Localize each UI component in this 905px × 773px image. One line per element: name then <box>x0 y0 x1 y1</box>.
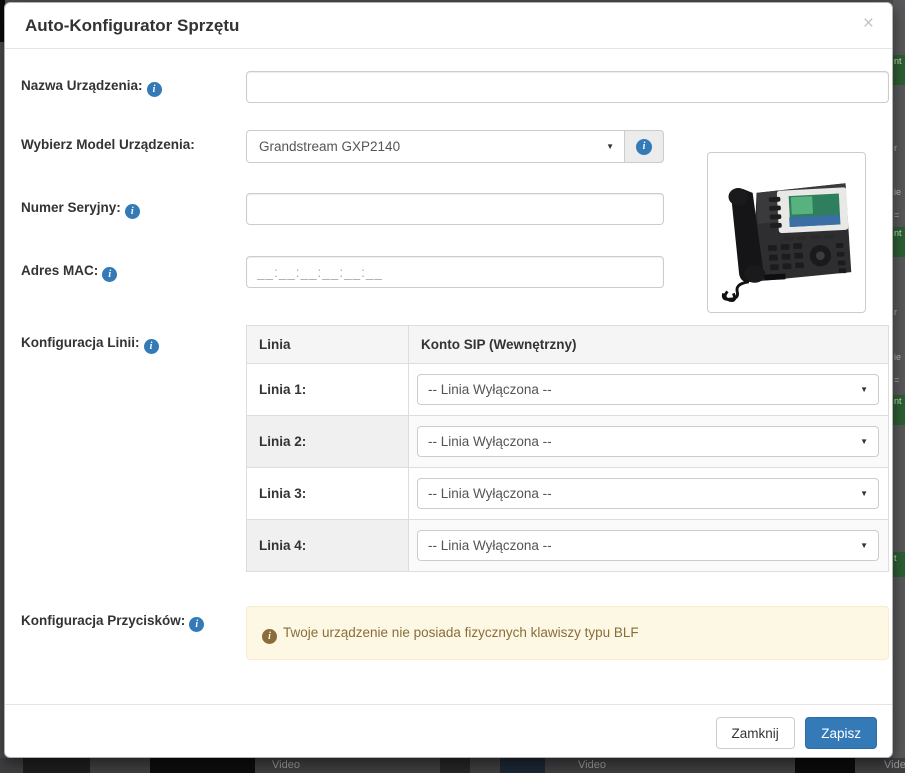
modal-body: Nazwa Urządzenia: i Wybierz Model Urządze… <box>5 49 892 660</box>
line-3-label: Linia 3: <box>246 467 409 520</box>
blf-warning-alert: i Twoje urządzenie nie posiada fizycznych… <box>246 606 889 660</box>
background-green-row: nt <box>893 227 905 257</box>
lines-config-label: Konfiguracja Linii: i <box>21 325 246 354</box>
chevron-down-icon: ▼ <box>860 437 868 446</box>
video-thumbnail <box>150 758 255 773</box>
chevron-down-icon: ▼ <box>860 385 868 394</box>
background-text-fragment: ie <box>894 187 902 197</box>
background-page-right-edge: nt r ie = nt r ie = nt t <box>893 0 905 773</box>
info-icon[interactable]: i <box>102 267 118 282</box>
buttons-config-row: Konfiguracja Przycisków: i i Twoje urządze… <box>21 606 889 660</box>
device-name-label: Nazwa Urządzenia: i <box>21 71 246 97</box>
device-name-row: Nazwa Urządzenia: i <box>21 71 889 103</box>
video-caption: Video <box>578 759 606 771</box>
lines-config-label-text: Konfiguracja Linii: <box>21 335 140 350</box>
save-button[interactable]: Zapisz <box>805 717 877 749</box>
close-icon[interactable]: × <box>863 14 874 33</box>
video-caption: Video <box>272 759 300 771</box>
background-text-fragment: ie <box>894 352 902 362</box>
modal-header: Auto-Konfigurator Sprzętu × <box>5 3 892 49</box>
device-name-input[interactable] <box>246 71 889 103</box>
video-caption: Video <box>884 759 905 771</box>
background-text-fragment: r <box>894 143 897 153</box>
serial-number-input[interactable] <box>246 193 664 225</box>
column-header-linia: Linia <box>246 325 409 364</box>
line-4-select[interactable]: -- Linia Wyłączona -- ▼ <box>417 530 879 561</box>
close-button[interactable]: Zamknij <box>715 717 795 749</box>
line-3-selected-value: -- Linia Wyłączona -- <box>428 486 552 501</box>
info-icon[interactable]: i <box>124 204 140 219</box>
column-header-konto-sip: Konto SIP (Wewnętrzny) <box>408 325 889 364</box>
screen: nt r ie = nt r ie = nt t Video Video Vid… <box>0 0 905 773</box>
line-1-selected-value: -- Linia Wyłączona -- <box>428 382 552 397</box>
line-2-label: Linia 2: <box>246 415 409 468</box>
mac-label-text: Adres MAC: <box>21 263 99 278</box>
serial-label: Numer Seryjny: i <box>21 193 246 219</box>
lines-config-row: Konfiguracja Linii: i Linia Konto SIP (We… <box>21 325 889 572</box>
model-select[interactable]: Grandstream GXP2140 ▼ <box>246 130 625 163</box>
video-thumbnail <box>795 758 855 773</box>
phone-photo <box>707 152 866 313</box>
modal-title: Auto-Konfigurator Sprzętu <box>25 16 240 35</box>
table-header-row: Linia Konto SIP (Wewnętrzny) <box>246 325 889 364</box>
table-row: Linia 4: -- Linia Wyłączona -- ▼ <box>246 519 889 572</box>
video-thumbnail <box>500 758 545 773</box>
line-1-select[interactable]: -- Linia Wyłączona -- ▼ <box>417 374 879 405</box>
blf-warning-text: Twoje urządzenie nie posiada fizycznych … <box>283 625 639 640</box>
video-thumbnail <box>440 758 470 773</box>
line-4-label: Linia 4: <box>246 519 409 572</box>
background-green-row: t <box>893 552 905 577</box>
model-label-text: Wybierz Model Urządzenia: <box>21 137 195 152</box>
modal-footer: Zamknij Zapisz <box>5 704 892 757</box>
mac-label: Adres MAC: i <box>21 256 246 282</box>
background-green-row: nt <box>893 55 905 85</box>
info-icon[interactable]: i <box>146 82 162 97</box>
buttons-config-label-text: Konfiguracja Przycisków: <box>21 613 186 628</box>
model-info-button[interactable]: i <box>625 130 664 163</box>
info-icon: i <box>636 138 652 155</box>
chevron-down-icon: ▼ <box>860 541 868 550</box>
line-1-label: Linia 1: <box>246 363 409 416</box>
table-row: Linia 3: -- Linia Wyłączona -- ▼ <box>246 467 889 520</box>
info-icon[interactable]: i <box>143 339 159 354</box>
grandstream-gxp2140-illustration <box>721 183 852 302</box>
info-icon: i <box>262 629 277 644</box>
model-selected-value: Grandstream GXP2140 <box>259 139 401 154</box>
table-row: Linia 1: -- Linia Wyłączona -- ▼ <box>246 363 889 416</box>
info-icon[interactable]: i <box>189 617 205 632</box>
line-4-selected-value: -- Linia Wyłączona -- <box>428 538 552 553</box>
device-name-label-text: Nazwa Urządzenia: <box>21 78 143 93</box>
video-thumbnail <box>23 758 90 773</box>
line-config-table: Linia Konto SIP (Wewnętrzny) Linia 1: --… <box>246 325 889 572</box>
mac-address-input[interactable] <box>246 256 664 288</box>
auto-configurator-modal: Auto-Konfigurator Sprzętu × Nazwa Urządz… <box>4 2 893 758</box>
background-video-list: Video Video Video <box>0 758 905 773</box>
background-text-fragment: = <box>894 210 900 220</box>
chevron-down-icon: ▼ <box>860 489 868 498</box>
background-text-fragment: r <box>894 307 897 317</box>
chevron-down-icon: ▼ <box>606 142 614 151</box>
background-text-fragment: = <box>894 375 900 385</box>
line-2-selected-value: -- Linia Wyłączona -- <box>428 434 552 449</box>
background-green-row: nt <box>893 395 905 425</box>
line-3-select[interactable]: -- Linia Wyłączona -- ▼ <box>417 478 879 509</box>
serial-label-text: Numer Seryjny: <box>21 200 121 215</box>
table-row: Linia 2: -- Linia Wyłączona -- ▼ <box>246 415 889 468</box>
line-2-select[interactable]: -- Linia Wyłączona -- ▼ <box>417 426 879 457</box>
model-label: Wybierz Model Urządzenia: <box>21 130 246 152</box>
buttons-config-label: Konfiguracja Przycisków: i <box>21 606 246 632</box>
